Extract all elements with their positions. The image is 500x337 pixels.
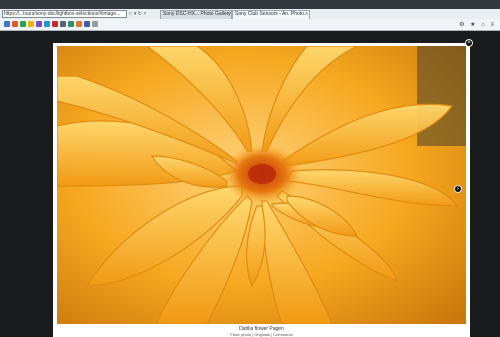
- favicon-icon[interactable]: [68, 21, 74, 27]
- favicon-icon[interactable]: [44, 21, 50, 27]
- address-bar[interactable]: https://...tours/sony-dsc/lightbox-selec…: [2, 10, 127, 18]
- favicon-icon[interactable]: [76, 21, 82, 27]
- close-tab-icon[interactable]: ×: [305, 11, 308, 18]
- tab-club-sensors[interactable]: Sony Club Sensors - An. Photo... ×: [232, 10, 310, 19]
- browser-toolbar-icons[interactable]: ⚙ ★ ⌂ ≡: [459, 21, 496, 28]
- address-bar-icons[interactable]: ☆ ▾ ↻ ×: [128, 11, 146, 17]
- favicon-icon[interactable]: [84, 21, 90, 27]
- favicon-icon[interactable]: [92, 21, 98, 27]
- window-titlebar: [0, 0, 500, 9]
- favicon-icon[interactable]: [52, 21, 58, 27]
- next-arrow-icon[interactable]: ›: [454, 185, 462, 193]
- browser-chrome: https://...tours/sony-dsc/lightbox-selec…: [0, 0, 500, 31]
- favicon-icon[interactable]: [4, 21, 10, 27]
- tab-photo-gallery[interactable]: Sony DSC-HX... Photo Gallery ×: [160, 10, 232, 19]
- tab-label: Sony Club Sensors - An. Photo...: [235, 11, 309, 17]
- photo-caption-links[interactable]: Flickr photo | Originals | Comments: [53, 332, 470, 337]
- tab-label: Sony DSC-HX... Photo Gallery: [163, 11, 231, 17]
- flower-photo: [57, 46, 466, 324]
- close-tab-icon[interactable]: ×: [227, 11, 230, 18]
- favicon-icon[interactable]: [60, 21, 66, 27]
- favicon-icon[interactable]: [36, 21, 42, 27]
- close-icon[interactable]: ×: [465, 39, 473, 47]
- favicon-icon[interactable]: [12, 21, 18, 27]
- lightbox-frame: Dahlia flower Pagen Flickr photo | Origi…: [53, 43, 470, 337]
- bookmarks-bar: ⚙ ★ ⌂ ≡: [0, 19, 500, 30]
- favicon-icon[interactable]: [20, 21, 26, 27]
- favicon-icon[interactable]: [28, 21, 34, 27]
